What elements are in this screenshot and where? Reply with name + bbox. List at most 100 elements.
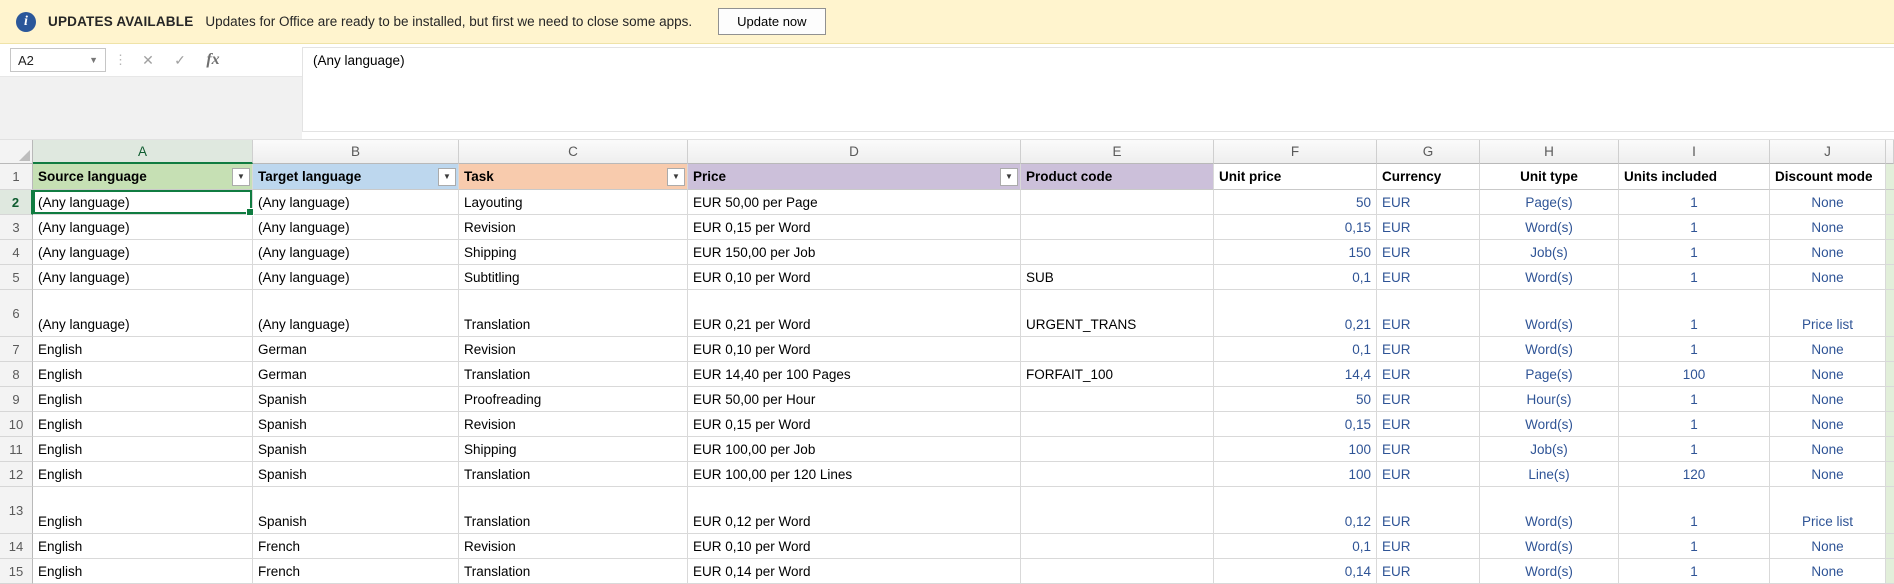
header-cell-J[interactable]: Discount mode xyxy=(1770,164,1886,190)
cell-A3[interactable]: (Any language) xyxy=(33,215,253,240)
cell-E7[interactable] xyxy=(1021,337,1214,362)
cell-A9[interactable]: English xyxy=(33,387,253,412)
cell-C3[interactable]: Revision xyxy=(459,215,688,240)
cell-I4[interactable]: 1 xyxy=(1619,240,1770,265)
row-header-15[interactable]: 15 xyxy=(0,559,33,584)
cell-D5[interactable]: EUR 0,10 per Word xyxy=(688,265,1021,290)
cell-C15[interactable]: Translation xyxy=(459,559,688,584)
row-header-11[interactable]: 11 xyxy=(0,437,33,462)
cell-I9[interactable]: 1 xyxy=(1619,387,1770,412)
cell-A5[interactable]: (Any language) xyxy=(33,265,253,290)
cell-A8[interactable]: English xyxy=(33,362,253,387)
cell-G3[interactable]: EUR xyxy=(1377,215,1480,240)
cell-H2[interactable]: Page(s) xyxy=(1480,190,1619,215)
cell-D6[interactable]: EUR 0,21 per Word xyxy=(688,290,1021,337)
cell-D2[interactable]: EUR 50,00 per Page xyxy=(688,190,1021,215)
cell-G12[interactable]: EUR xyxy=(1377,462,1480,487)
cell-D4[interactable]: EUR 150,00 per Job xyxy=(688,240,1021,265)
cell-C7[interactable]: Revision xyxy=(459,337,688,362)
row-header-6[interactable]: 6 xyxy=(0,290,33,337)
column-header-C[interactable]: C xyxy=(459,140,688,164)
cell-J7[interactable]: None xyxy=(1770,337,1886,362)
filter-dropdown-icon[interactable]: ▼ xyxy=(1000,168,1018,186)
column-header-H[interactable]: H xyxy=(1480,140,1619,164)
cell-C14[interactable]: Revision xyxy=(459,534,688,559)
cell-G11[interactable]: EUR xyxy=(1377,437,1480,462)
cell-H14[interactable]: Word(s) xyxy=(1480,534,1619,559)
cell-I14[interactable]: 1 xyxy=(1619,534,1770,559)
cell-E6[interactable]: URGENT_TRANS xyxy=(1021,290,1214,337)
cell-B12[interactable]: Spanish xyxy=(253,462,459,487)
cell-F3[interactable]: 0,15 xyxy=(1214,215,1377,240)
row-header-10[interactable]: 10 xyxy=(0,412,33,437)
cell-E11[interactable] xyxy=(1021,437,1214,462)
insert-function-icon[interactable]: fx xyxy=(200,51,226,69)
cell-E14[interactable] xyxy=(1021,534,1214,559)
cell-F11[interactable]: 100 xyxy=(1214,437,1377,462)
cell-I7[interactable]: 1 xyxy=(1619,337,1770,362)
cell-H7[interactable]: Word(s) xyxy=(1480,337,1619,362)
filter-dropdown-icon[interactable]: ▼ xyxy=(438,168,456,186)
cell-J10[interactable]: None xyxy=(1770,412,1886,437)
cell-A4[interactable]: (Any language) xyxy=(33,240,253,265)
cell-B6[interactable]: (Any language) xyxy=(253,290,459,337)
cell-I6[interactable]: 1 xyxy=(1619,290,1770,337)
cell-A2[interactable]: (Any language) xyxy=(33,190,253,215)
cell-C12[interactable]: Translation xyxy=(459,462,688,487)
row-header-12[interactable]: 12 xyxy=(0,462,33,487)
cell-E10[interactable] xyxy=(1021,412,1214,437)
cell-C8[interactable]: Translation xyxy=(459,362,688,387)
cell-B2[interactable]: (Any language) xyxy=(253,190,459,215)
cell-F2[interactable]: 50 xyxy=(1214,190,1377,215)
cell-J13[interactable]: Price list xyxy=(1770,487,1886,534)
cell-H10[interactable]: Word(s) xyxy=(1480,412,1619,437)
cell-H15[interactable]: Word(s) xyxy=(1480,559,1619,584)
row-header-9[interactable]: 9 xyxy=(0,387,33,412)
cell-E8[interactable]: FORFAIT_100 xyxy=(1021,362,1214,387)
cell-B8[interactable]: German xyxy=(253,362,459,387)
cell-C4[interactable]: Shipping xyxy=(459,240,688,265)
column-header-D[interactable]: D xyxy=(688,140,1021,164)
cell-A14[interactable]: English xyxy=(33,534,253,559)
cell-J5[interactable]: None xyxy=(1770,265,1886,290)
formula-input[interactable]: (Any language) xyxy=(302,47,1894,132)
cell-G10[interactable]: EUR xyxy=(1377,412,1480,437)
column-header-J[interactable]: J xyxy=(1770,140,1886,164)
cell-D7[interactable]: EUR 0,10 per Word xyxy=(688,337,1021,362)
select-all-corner[interactable] xyxy=(0,140,33,164)
cell-I13[interactable]: 1 xyxy=(1619,487,1770,534)
cell-H13[interactable]: Word(s) xyxy=(1480,487,1619,534)
cell-B4[interactable]: (Any language) xyxy=(253,240,459,265)
cell-B10[interactable]: Spanish xyxy=(253,412,459,437)
cell-J11[interactable]: None xyxy=(1770,437,1886,462)
cell-B15[interactable]: French xyxy=(253,559,459,584)
cell-C13[interactable]: Translation xyxy=(459,487,688,534)
cell-F9[interactable]: 50 xyxy=(1214,387,1377,412)
header-cell-G[interactable]: Currency xyxy=(1377,164,1480,190)
cell-B7[interactable]: German xyxy=(253,337,459,362)
row-header-7[interactable]: 7 xyxy=(0,337,33,362)
cell-E12[interactable] xyxy=(1021,462,1214,487)
cell-E5[interactable]: SUB xyxy=(1021,265,1214,290)
cell-H4[interactable]: Job(s) xyxy=(1480,240,1619,265)
cell-D14[interactable]: EUR 0,10 per Word xyxy=(688,534,1021,559)
cell-D10[interactable]: EUR 0,15 per Word xyxy=(688,412,1021,437)
cell-B13[interactable]: Spanish xyxy=(253,487,459,534)
name-box-splitter-icon[interactable]: ⋮ xyxy=(114,52,128,68)
cell-C5[interactable]: Subtitling xyxy=(459,265,688,290)
cell-E15[interactable] xyxy=(1021,559,1214,584)
cell-I2[interactable]: 1 xyxy=(1619,190,1770,215)
cell-I15[interactable]: 1 xyxy=(1619,559,1770,584)
cell-F4[interactable]: 150 xyxy=(1214,240,1377,265)
cell-H6[interactable]: Word(s) xyxy=(1480,290,1619,337)
cancel-icon[interactable]: ✕ xyxy=(136,52,160,69)
cell-C11[interactable]: Shipping xyxy=(459,437,688,462)
cell-G7[interactable]: EUR xyxy=(1377,337,1480,362)
header-cell-E[interactable]: Product code xyxy=(1021,164,1214,190)
header-cell-D[interactable]: Price▼ xyxy=(688,164,1021,190)
cell-G9[interactable]: EUR xyxy=(1377,387,1480,412)
cell-C2[interactable]: Layouting xyxy=(459,190,688,215)
filter-dropdown-icon[interactable]: ▼ xyxy=(667,168,685,186)
cell-F10[interactable]: 0,15 xyxy=(1214,412,1377,437)
cell-H12[interactable]: Line(s) xyxy=(1480,462,1619,487)
